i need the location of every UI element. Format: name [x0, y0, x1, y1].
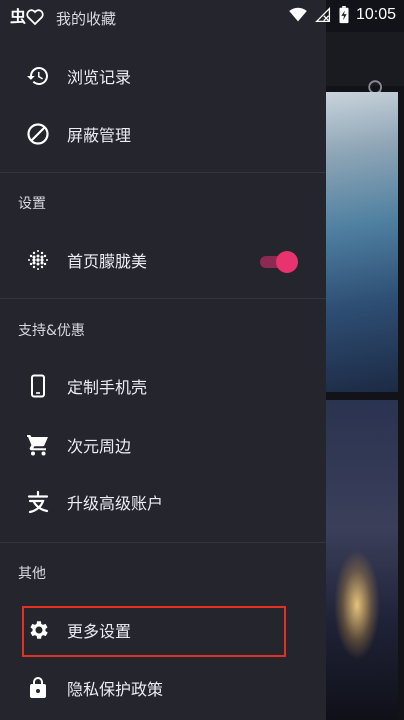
- menu-item-label: 屏蔽管理: [67, 126, 132, 145]
- menu-item-label: 定制手机壳: [67, 378, 148, 397]
- phone-icon: [31, 374, 45, 398]
- history-icon: [27, 67, 48, 85]
- battery-charging-icon: [339, 6, 349, 24]
- signal-off-icon: [315, 7, 330, 23]
- blur-icon: [28, 250, 48, 270]
- artwork-thumbnail[interactable]: [326, 400, 398, 720]
- wifi-icon: [289, 7, 307, 22]
- block-icon: [27, 123, 49, 145]
- menu-item-upgrade[interactable]: 升级高级账户: [0, 474, 326, 530]
- menu-item-label: 首页朦胧美: [67, 252, 148, 271]
- menu-item-merch[interactable]: 次元周边: [0, 417, 326, 473]
- menu-item-block-manage[interactable]: 屏蔽管理: [0, 106, 326, 162]
- divider: [0, 542, 326, 543]
- menu-item-label: 浏览记录: [67, 68, 132, 87]
- status-bar: 虫 我的收藏 10:05: [0, 0, 404, 32]
- status-title: 我的收藏: [56, 10, 117, 28]
- menu-item-label: 隐私保护政策: [67, 680, 164, 699]
- menu-item-privacy[interactable]: 隐私保护政策: [0, 660, 326, 716]
- app-logo-icon: 虫: [10, 6, 46, 31]
- status-time: 10:05: [355, 6, 396, 23]
- divider: [0, 172, 326, 173]
- alipay-icon: [27, 490, 49, 514]
- menu-item-history[interactable]: 浏览记录: [0, 48, 326, 104]
- lock-icon: [30, 677, 46, 698]
- menu-item-label: 升级高级账户: [67, 494, 164, 513]
- home-blur-toggle[interactable]: [260, 250, 298, 273]
- menu-item-label: 次元周边: [67, 437, 132, 456]
- svg-text:虫: 虫: [10, 7, 26, 26]
- highlight-box: [22, 606, 286, 657]
- background-header: [326, 32, 404, 99]
- divider: [0, 298, 326, 299]
- toggle-thumb: [276, 251, 298, 273]
- background-app: [326, 0, 404, 720]
- artwork-thumbnail[interactable]: [326, 92, 398, 392]
- section-title-other: 其他: [18, 566, 46, 582]
- shopping-cart-icon: [27, 435, 48, 456]
- navigation-drawer: 浏览记录 屏蔽管理 设置 首页朦胧美 支持&优惠 定制手机壳 次元周边 升级高级…: [0, 0, 326, 720]
- section-title-support: 支持&优惠: [18, 323, 85, 339]
- menu-item-custom-case[interactable]: 定制手机壳: [0, 358, 326, 414]
- section-title-settings: 设置: [18, 196, 46, 212]
